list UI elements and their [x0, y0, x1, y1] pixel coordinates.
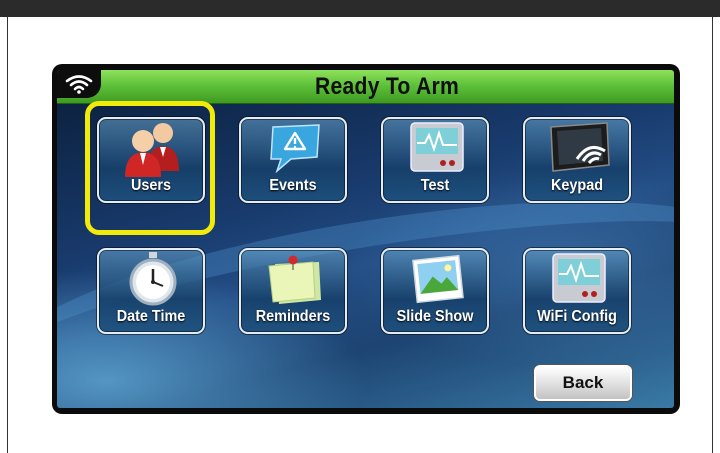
stopwatch-icon — [129, 252, 177, 306]
tile-date-time[interactable]: Date Time — [97, 248, 205, 334]
wifi-status-tab — [57, 70, 101, 98]
top-dark-bar — [0, 0, 720, 17]
back-button[interactable]: Back — [534, 365, 632, 401]
tile-keypad-label: Keypad — [550, 177, 604, 194]
keypad-icon — [550, 122, 610, 172]
tile-reminders-label: Reminders — [255, 308, 331, 325]
tile-reminders[interactable]: Reminders — [239, 248, 347, 334]
tile-test-label: Test — [420, 177, 450, 194]
title-bar: Ready To Arm — [57, 70, 674, 104]
frame-edge-left — [7, 17, 8, 453]
tile-wifi-config[interactable]: WiFi Config — [523, 248, 631, 334]
tile-keypad[interactable]: Keypad — [523, 117, 631, 203]
screen-title: Ready To Arm — [314, 73, 459, 100]
test-icon — [410, 122, 464, 172]
tile-test[interactable]: Test — [381, 117, 489, 203]
wifi-icon — [65, 75, 93, 94]
events-icon — [270, 124, 320, 174]
tile-events-label: Events — [269, 177, 317, 194]
wifi-config-icon — [552, 253, 606, 303]
screen: Ready To Arm Users Events Test Keypad Da… — [57, 70, 674, 408]
tile-date-time-label: Date Time — [116, 308, 186, 325]
tile-events[interactable]: Events — [239, 117, 347, 203]
frame-edge-right — [712, 17, 713, 453]
sticky-note-icon — [268, 255, 321, 304]
tile-slide-show-label: Slide Show — [396, 308, 474, 325]
selection-highlight — [85, 101, 215, 235]
picture-icon — [412, 254, 464, 304]
tile-wifi-config-label: WiFi Config — [537, 308, 617, 325]
touchscreen-panel: Ready To Arm Users Events Test Keypad Da… — [52, 64, 680, 414]
tile-slide-show[interactable]: Slide Show — [381, 248, 489, 334]
